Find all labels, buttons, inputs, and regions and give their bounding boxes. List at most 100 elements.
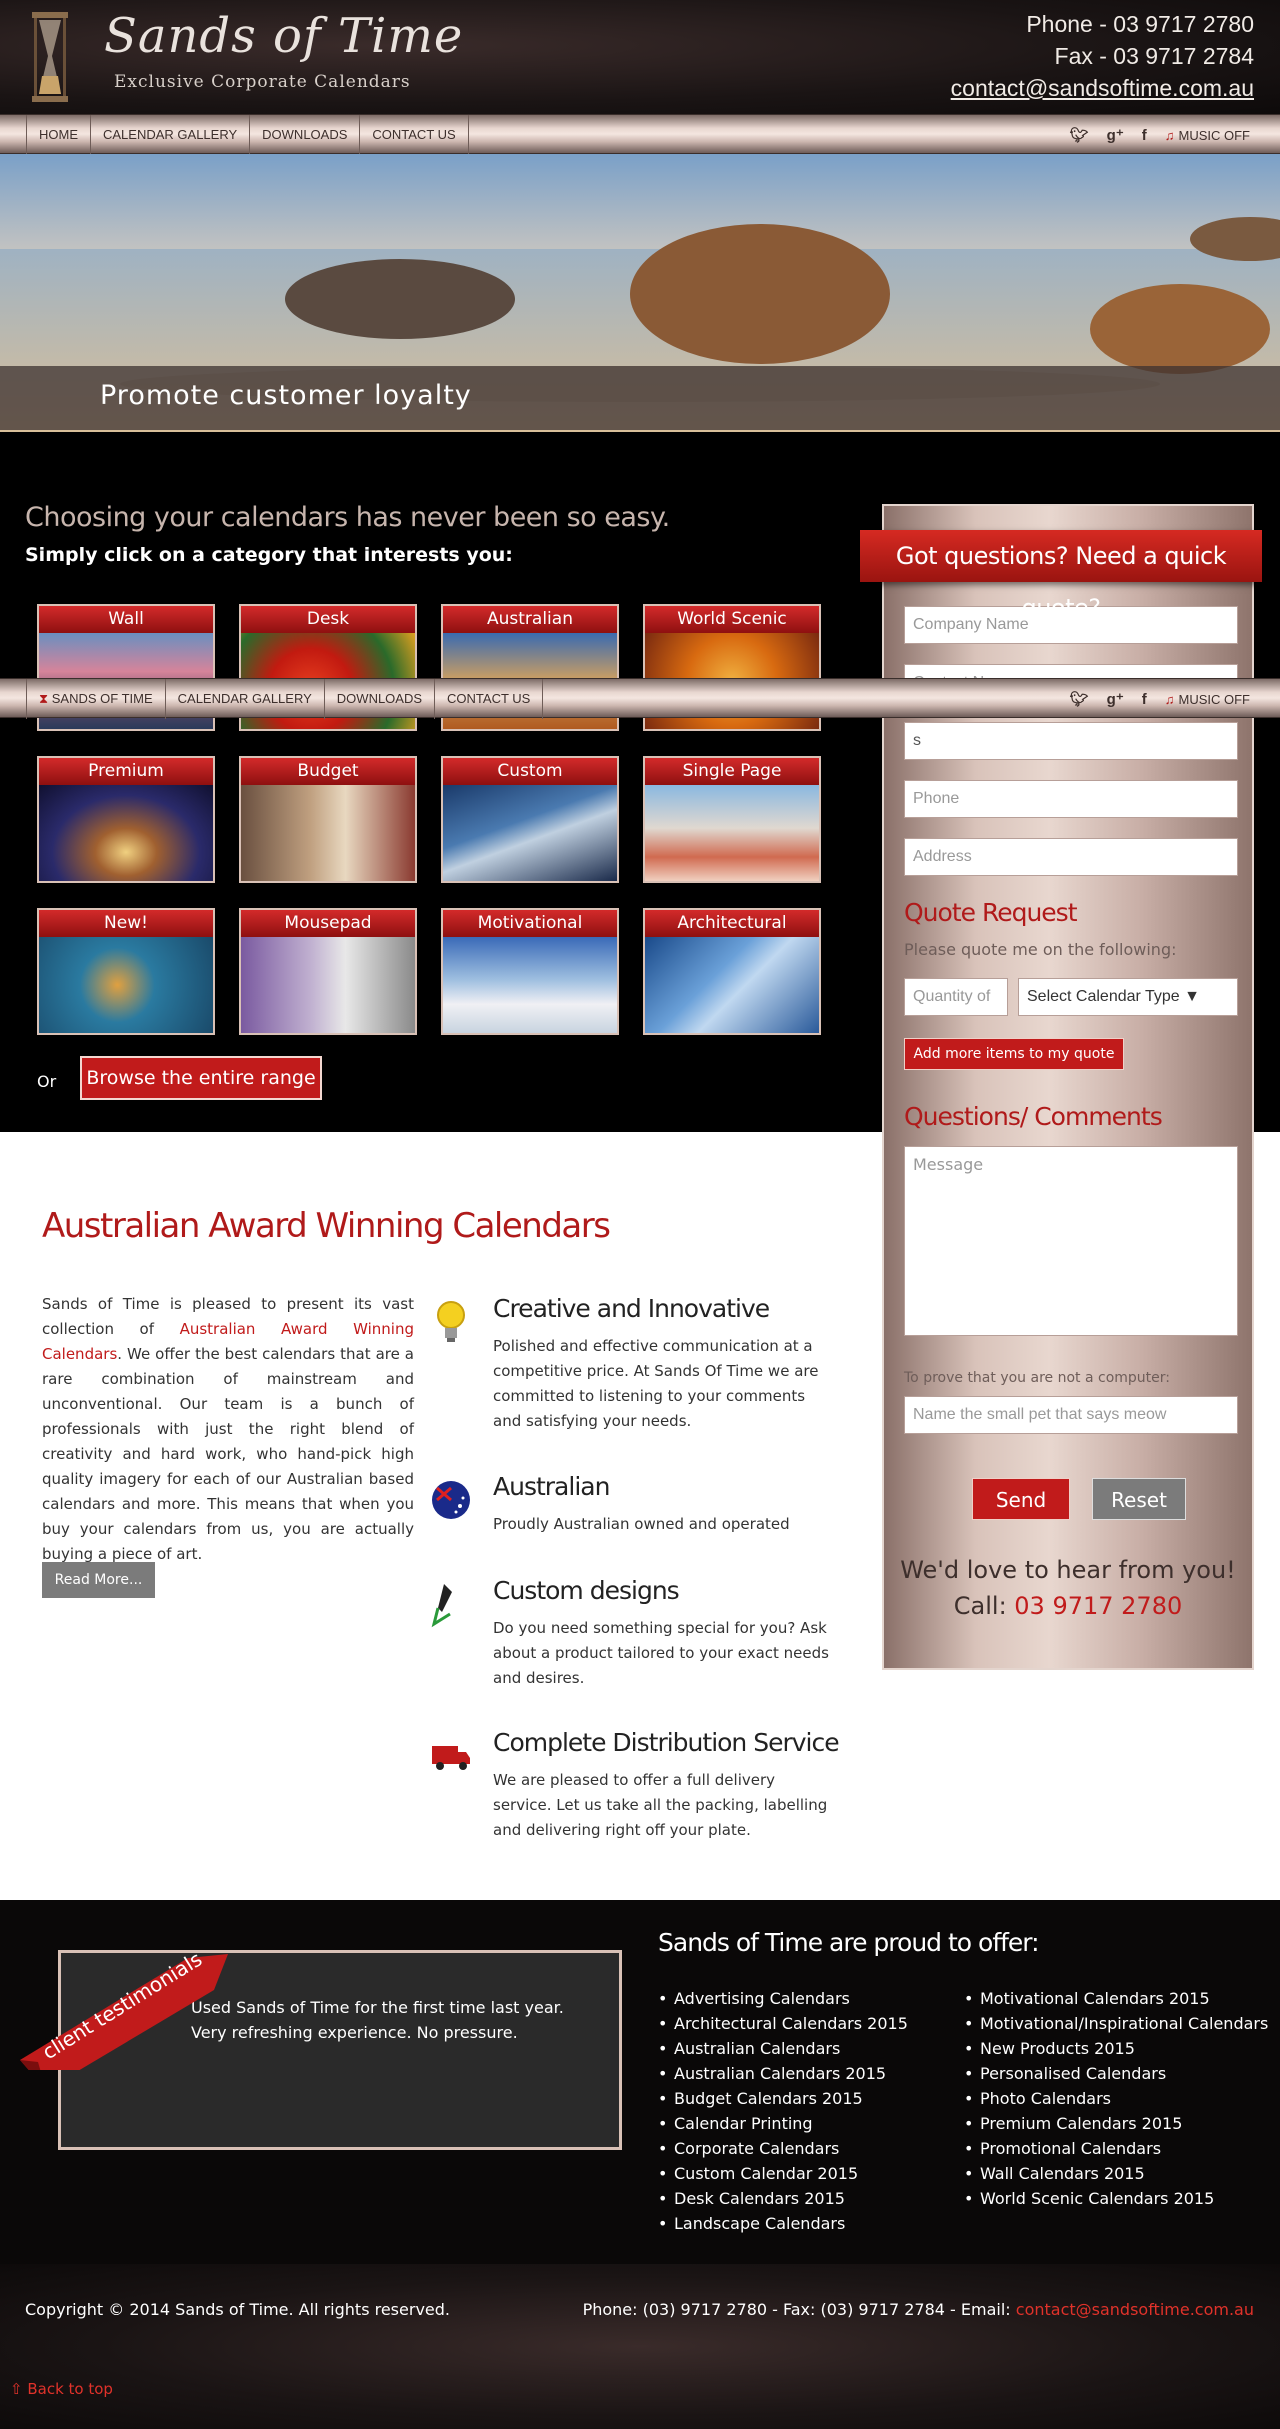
offer-link[interactable]: World Scenic Calendars 2015 xyxy=(964,2186,1268,2211)
feature-title: Complete Distribution Service xyxy=(493,1728,840,1757)
lightbulb-icon xyxy=(437,1301,465,1342)
sticky-nav-home[interactable]: ⧗ SANDS OF TIME xyxy=(26,679,165,719)
phone-input[interactable]: Phone xyxy=(904,780,1238,818)
offer-title: Sands of Time are proud to offer: xyxy=(658,1928,1040,1957)
header-email-link[interactable]: contact@sandsoftime.com.au xyxy=(951,72,1254,104)
quantity-input[interactable]: Quantity of xyxy=(904,978,1008,1016)
tile-custom[interactable]: Custom xyxy=(441,756,619,883)
offer-link[interactable]: Advertising Calendars xyxy=(658,1986,908,2011)
tile-label: New! xyxy=(39,910,213,937)
offer-link[interactable]: Landscape Calendars xyxy=(658,2211,908,2236)
sticky-nav-calendar-gallery[interactable]: CALENDAR GALLERY xyxy=(164,679,324,719)
australian-flag-icon xyxy=(432,1481,470,1519)
message-textarea[interactable]: Message xyxy=(904,1146,1238,1336)
reset-button[interactable]: Reset xyxy=(1092,1478,1186,1520)
love-message: We'd love to hear from you! xyxy=(900,1556,1236,1584)
awards-paragraph: Sands of Time is pleased to present its … xyxy=(42,1292,414,1567)
tile-budget[interactable]: Budget xyxy=(239,756,417,883)
footer-contact: Phone: (03) 9717 2780 - Fax: (03) 9717 2… xyxy=(583,2300,1254,2319)
feature-distribution: Complete Distribution Service We are ple… xyxy=(430,1728,840,1848)
site-header: Sands of Time Exclusive Corporate Calend… xyxy=(0,0,1280,114)
footer-contact-text: Phone: (03) 9717 2780 - Fax: (03) 9717 2… xyxy=(582,2300,1016,2319)
sticky-nav-downloads[interactable]: DOWNLOADS xyxy=(323,679,434,719)
tile-label: Single Page xyxy=(645,758,819,785)
hero-caption-bar: Promote customer loyalty xyxy=(0,366,1280,430)
add-more-items-button[interactable]: Add more items to my quote xyxy=(904,1038,1124,1070)
google-plus-icon[interactable]: g⁺ xyxy=(1107,126,1124,144)
tile-image xyxy=(443,785,617,881)
browse-range-button[interactable]: Browse the entire range xyxy=(80,1056,322,1100)
music-toggle[interactable]: ♫ MUSIC OFF xyxy=(1165,692,1250,707)
tile-label: Custom xyxy=(443,758,617,785)
quote-ribbon-title: Got questions? Need a quick quote? xyxy=(860,530,1262,622)
email-input[interactable]: s xyxy=(904,722,1238,760)
offer-link[interactable]: Personalised Calendars xyxy=(964,2061,1268,2086)
offer-link[interactable]: Australian Calendars xyxy=(658,2036,908,2061)
feature-title: Custom designs xyxy=(493,1576,680,1605)
offer-link[interactable]: Photo Calendars xyxy=(964,2086,1268,2111)
tile-premium[interactable]: Premium xyxy=(37,756,215,883)
feature-text: Proudly Australian owned and operated xyxy=(493,1515,790,1533)
offer-link[interactable]: New Products 2015 xyxy=(964,2036,1268,2061)
tile-label: Wall xyxy=(39,606,213,633)
music-toggle[interactable]: ♫ MUSIC OFF xyxy=(1165,128,1250,143)
read-more-button[interactable]: Read More... xyxy=(42,1562,155,1598)
sticky-nav: ⧗ SANDS OF TIME CALENDAR GALLERY DOWNLOA… xyxy=(0,678,1280,719)
captcha-input[interactable]: Name the small pet that says meow xyxy=(904,1396,1238,1434)
nav-downloads[interactable]: DOWNLOADS xyxy=(249,115,359,155)
hourglass-icon: ⧗ xyxy=(39,691,52,706)
offer-link[interactable]: Desk Calendars 2015 xyxy=(658,2186,908,2211)
offer-link[interactable]: Custom Calendar 2015 xyxy=(658,2161,908,2186)
offer-link[interactable]: Promotional Calendars xyxy=(964,2136,1268,2161)
hourglass-logo-icon xyxy=(32,12,68,102)
footer-email-link[interactable]: contact@sandsoftime.com.au xyxy=(1016,2300,1254,2319)
sticky-nav-contact-us[interactable]: CONTACT US xyxy=(434,679,544,719)
send-button[interactable]: Send xyxy=(972,1478,1070,1520)
music-label: MUSIC OFF xyxy=(1178,691,1251,707)
copyright: Copyright © 2014 Sands of Time. All righ… xyxy=(25,2300,450,2319)
twitter-icon[interactable]: 🐦︎ xyxy=(1070,126,1089,144)
music-icon: ♫ xyxy=(1164,691,1175,707)
site-title[interactable]: Sands of Time xyxy=(104,8,463,64)
call-label: Call: xyxy=(953,1592,1015,1620)
google-plus-icon[interactable]: g⁺ xyxy=(1107,690,1124,708)
offer-link[interactable]: Wall Calendars 2015 xyxy=(964,2161,1268,2186)
offer-link[interactable]: Motivational Calendars 2015 xyxy=(964,1986,1268,2011)
header-phone: Phone - 03 9717 2780 xyxy=(1026,11,1254,37)
facebook-icon[interactable]: f xyxy=(1142,127,1147,144)
offer-list-right: Motivational Calendars 2015 Motivational… xyxy=(964,1986,1268,2211)
twitter-icon[interactable]: 🐦︎ xyxy=(1070,690,1089,708)
calendar-type-select[interactable]: Select Calendar Type ▼ xyxy=(1018,978,1238,1016)
tile-single-page[interactable]: Single Page xyxy=(643,756,821,883)
testimonial-quote: Used Sands of Time for the first time la… xyxy=(191,1998,564,2042)
back-to-top-link[interactable]: ⇧ Back to top xyxy=(10,2380,113,2398)
nav-home[interactable]: HOME xyxy=(26,115,90,155)
awards-text: . We offer the best calendars that are a… xyxy=(42,1345,414,1563)
facebook-icon[interactable]: f xyxy=(1142,691,1147,708)
offer-link[interactable]: Calendar Printing xyxy=(658,2111,908,2136)
tile-architectural[interactable]: Architectural xyxy=(643,908,821,1035)
address-input[interactable]: Address xyxy=(904,838,1238,876)
offer-link[interactable]: Australian Calendars 2015 xyxy=(658,2061,908,2086)
quote-request-note: Please quote me on the following: xyxy=(904,940,1177,959)
site-footer: Copyright © 2014 Sands of Time. All righ… xyxy=(0,2264,1280,2429)
tile-new[interactable]: New! xyxy=(37,908,215,1035)
offer-link[interactable]: Budget Calendars 2015 xyxy=(658,2086,908,2111)
tile-mousepad[interactable]: Mousepad xyxy=(239,908,417,1035)
offer-link[interactable]: Corporate Calendars xyxy=(658,2136,908,2161)
captcha-label: To prove that you are not a computer: xyxy=(904,1370,1170,1386)
tile-image xyxy=(241,785,415,881)
tile-motivational[interactable]: Motivational xyxy=(441,908,619,1035)
offer-link[interactable]: Architectural Calendars 2015 xyxy=(658,2011,908,2036)
music-icon: ♫ xyxy=(1164,127,1175,143)
category-heading: Choosing your calendars has never been s… xyxy=(25,502,670,533)
offer-link[interactable]: Motivational/Inspirational Calendars xyxy=(964,2011,1268,2036)
offer-link[interactable]: Premium Calendars 2015 xyxy=(964,2111,1268,2136)
call-number[interactable]: 03 9717 2780 xyxy=(1014,1592,1182,1620)
pen-icon xyxy=(431,1584,452,1628)
nav-contact-us[interactable]: CONTACT US xyxy=(359,115,469,155)
feature-text: We are pleased to offer a full delivery … xyxy=(493,1771,828,1839)
nav-calendar-gallery[interactable]: CALENDAR GALLERY xyxy=(90,115,249,155)
call-line: Call: 03 9717 2780 xyxy=(884,1592,1252,1620)
tile-image xyxy=(645,785,819,881)
